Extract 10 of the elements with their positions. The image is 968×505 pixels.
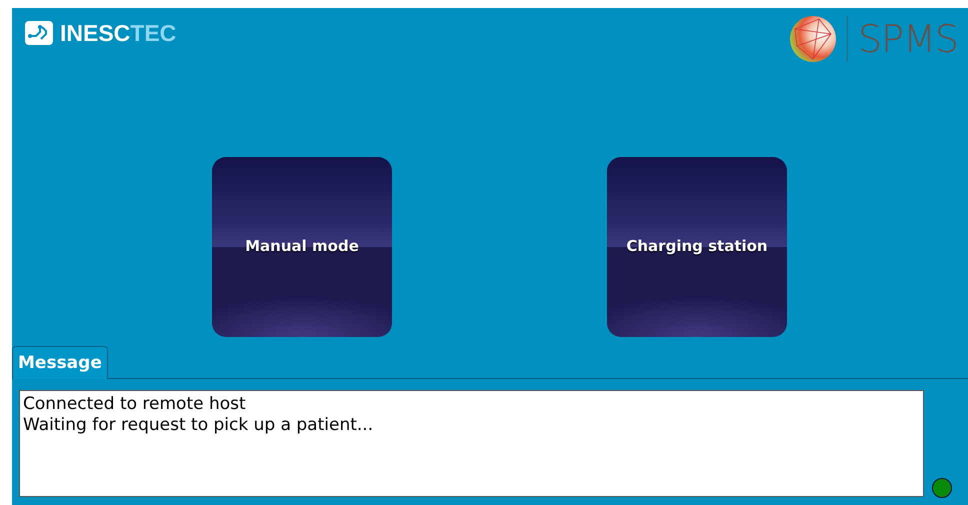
message-line: Connected to remote host <box>23 394 247 415</box>
logo-text: SPMS <box>858 17 958 61</box>
mode-button[interactable]: Manual mode <box>212 157 392 337</box>
mode-button[interactable]: Charging station <box>607 157 787 337</box>
message-field[interactable]: Connected to remote host Waiting for request to pick up a patient... <box>19 390 924 497</box>
chip-logo-icon <box>24 20 54 46</box>
globe-logo-icon <box>789 14 838 64</box>
message-line: Waiting for request to pick up a patient... <box>23 415 374 436</box>
logo-text: INESC <box>60 20 130 46</box>
logo-text-accent: TEC <box>130 20 176 46</box>
